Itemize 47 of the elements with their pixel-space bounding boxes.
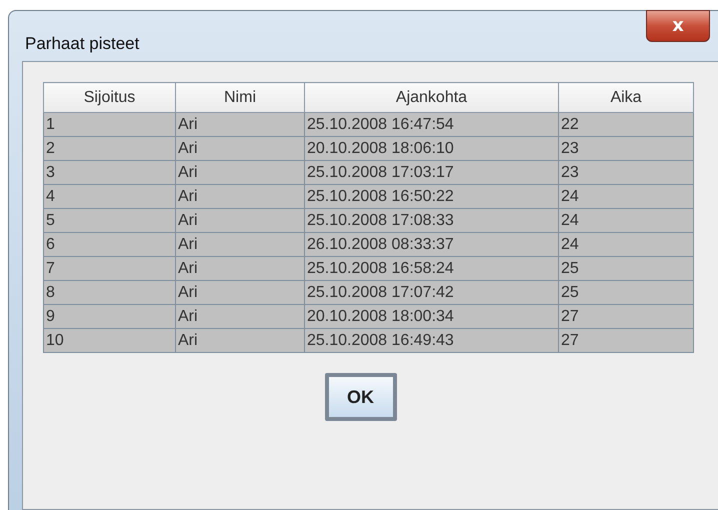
table-cell: Ari [176,232,304,256]
table-cell: 25.10.2008 17:07:42 [304,280,558,304]
table-cell: Ari [176,208,304,232]
table-cell: 9 [44,304,176,328]
table-cell: 25.10.2008 16:58:24 [304,256,558,280]
window-title: Parhaat pisteet [25,34,140,54]
table-cell: 10 [44,328,176,352]
table-cell: 22 [558,112,694,136]
table-cell: Ari [176,256,304,280]
table-cell: 20.10.2008 18:06:10 [304,136,558,160]
table-cell: 25.10.2008 17:03:17 [304,160,558,184]
table-cell: 25 [558,256,694,280]
table-cell: 24 [558,232,694,256]
table-cell: 26.10.2008 08:33:37 [304,232,558,256]
table-cell: 24 [558,184,694,208]
column-header[interactable]: Ajankohta [304,82,558,112]
table-cell: Ari [176,112,304,136]
table-cell: Ari [176,304,304,328]
table-cell: 6 [44,232,176,256]
table-cell: Ari [176,184,304,208]
table-cell: 25.10.2008 16:49:43 [304,328,558,352]
table-cell: Ari [176,280,304,304]
table-cell: 5 [44,208,176,232]
column-header[interactable]: Sijoitus [44,82,176,112]
table-cell: 23 [558,160,694,184]
table-cell: 7 [44,256,176,280]
table-cell: 25.10.2008 16:47:54 [304,112,558,136]
table-cell: 27 [558,328,694,352]
table-cell: 2 [44,136,176,160]
table-cell: 3 [44,160,176,184]
table-cell: 25.10.2008 16:50:22 [304,184,558,208]
table-cell: 4 [44,184,176,208]
table-cell: 8 [44,280,176,304]
column-header[interactable]: Aika [558,82,694,112]
column-header[interactable]: Nimi [176,82,304,112]
table-cell: 25.10.2008 17:08:33 [304,208,558,232]
table-cell: 25 [558,280,694,304]
ok-button[interactable]: OK [324,373,396,421]
table-cell: 1 [44,112,176,136]
table-cell: Ari [176,328,304,352]
table-cell: Ari [176,136,304,160]
table-cell: 27 [558,304,694,328]
table-cell: Ari [176,160,304,184]
table-cell: 20.10.2008 18:00:34 [304,304,558,328]
table-cell: 24 [558,208,694,232]
close-button[interactable]: x [646,10,710,42]
table-cell: 23 [558,136,694,160]
